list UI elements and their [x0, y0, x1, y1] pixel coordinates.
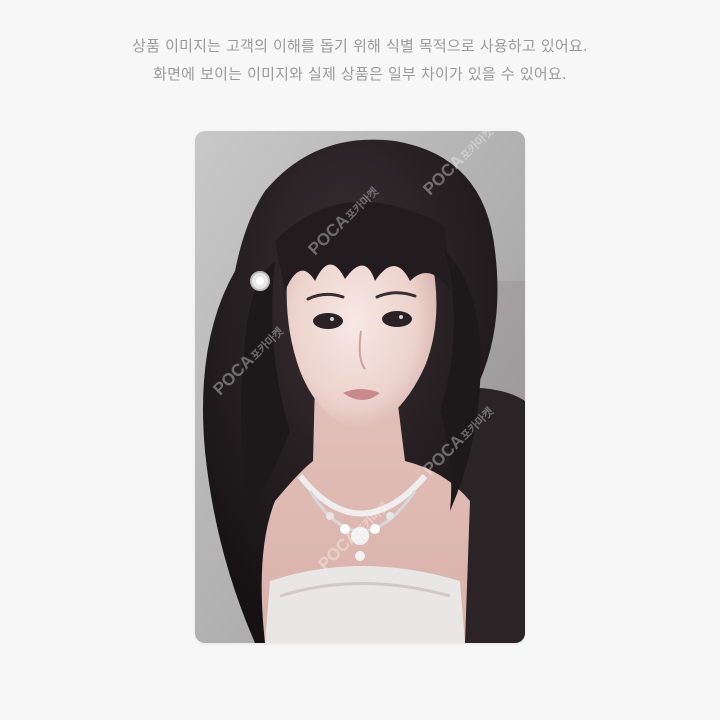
white-top: [265, 566, 465, 643]
photocard-portrait: POCA 포카마켓 POCA 포카마켓 POCA 포카마켓 POCA 포카마켓 …: [195, 131, 525, 643]
right-eye: [382, 311, 412, 327]
photocard-image: POCA 포카마켓 POCA 포카마켓 POCA 포카마켓 POCA 포카마켓 …: [195, 131, 525, 643]
image-disclaimer: 상품 이미지는 고객의 이해를 돕기 위해 식별 목적으로 사용하고 있어요. …: [0, 32, 720, 88]
left-eye: [313, 313, 343, 329]
disclaimer-line-2: 화면에 보이는 이미지와 실제 상품은 일부 차이가 있을 수 있어요.: [153, 65, 567, 83]
disclaimer-line-1: 상품 이미지는 고객의 이해를 돕기 위해 식별 목적으로 사용하고 있어요.: [132, 37, 588, 55]
